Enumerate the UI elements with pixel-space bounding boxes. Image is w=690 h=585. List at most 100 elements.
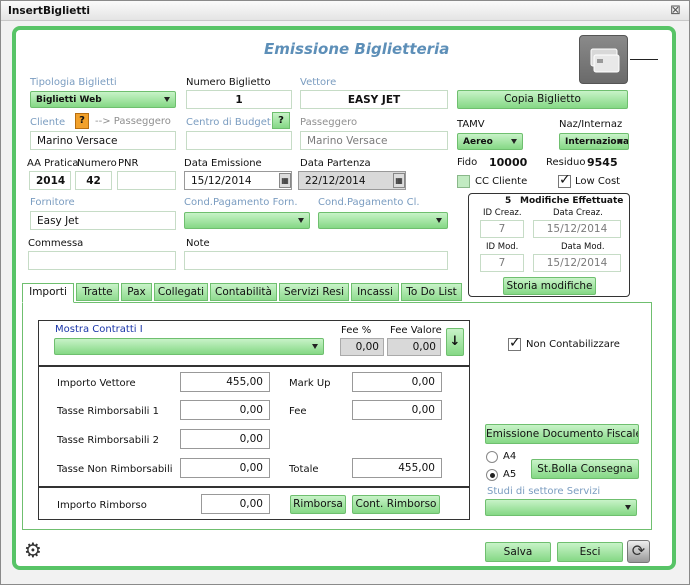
tab-incassi[interactable]: Incassi [351, 283, 399, 301]
a4-label: A4 [503, 451, 517, 462]
commessa-label: Commessa [28, 238, 84, 249]
tab-tratte[interactable]: Tratte [76, 283, 119, 301]
tamv-value: Aereo [463, 137, 493, 147]
numero-pratica-field[interactable]: 42 [75, 171, 112, 190]
close-icon[interactable]: ⊠ [670, 3, 681, 18]
naz-select[interactable]: Internazional [559, 133, 629, 150]
non-contabilizzare-checkbox[interactable] [508, 335, 521, 351]
tab-servizi-resi[interactable]: Servizi Resi [279, 283, 349, 301]
id-creaz-field: 7 [480, 220, 524, 238]
fornitore-field[interactable]: Easy Jet [30, 211, 176, 230]
id-creaz-label: ID Creaz. [483, 208, 522, 218]
tab-to-do-list[interactable]: To Do List [401, 283, 462, 301]
centro-help-button[interactable]: ? [272, 112, 290, 129]
importo-rimborso-field[interactable]: 0,00 [201, 494, 270, 514]
aa-pratica-field[interactable]: 2014 [29, 171, 71, 190]
totale-field[interactable]: 455,00 [352, 458, 442, 478]
data-emissione-label: Data Emissione [184, 158, 262, 169]
calendar-icon[interactable]: ▦ [393, 173, 405, 188]
storia-modifiche-button[interactable]: Storia modifiche [503, 277, 596, 295]
calendar-icon[interactable]: ▦ [279, 173, 291, 188]
chevron-down-icon [298, 218, 304, 223]
esci-button[interactable]: Esci [557, 542, 623, 562]
tasse-rimb-1-field[interactable]: 0,00 [180, 400, 270, 420]
centro-budget-field[interactable] [186, 131, 292, 150]
note-field[interactable] [184, 251, 448, 270]
passeggero-field[interactable]: Marino Versace [300, 131, 448, 150]
st-bolla-consegna-button[interactable]: St.Bolla Consegna [531, 459, 639, 479]
rimborsa-button[interactable]: Rimborsa [290, 495, 346, 514]
tasse-non-rimb-field[interactable]: 0,00 [180, 458, 270, 478]
cliente-field[interactable]: Marino Versace [30, 131, 176, 150]
window-title: InsertBiglietti [8, 5, 91, 17]
tipologia-label: Tipologia Biglietti [30, 77, 117, 88]
data-mod-label: Data Mod. [561, 242, 605, 252]
studi-settore-select[interactable] [485, 499, 637, 516]
mark-up-field[interactable]: 0,00 [352, 372, 442, 392]
totale-label: Totale [289, 464, 319, 475]
cc-cliente-checkbox[interactable] [457, 175, 470, 188]
fee-field[interactable]: 0,00 [352, 400, 442, 420]
tab-pax[interactable]: Pax [121, 283, 152, 301]
tasse-rimb-2-label: Tasse Rimborsabili 2 [57, 435, 159, 446]
pnr-field[interactable] [117, 171, 176, 190]
commessa-field[interactable] [28, 251, 176, 270]
aa-pratica-label: AA Pratica [27, 158, 79, 169]
residuo-value: 9545 [587, 156, 618, 169]
tasse-rimb-1-label: Tasse Rimborsabili 1 [57, 406, 159, 417]
divider-line [630, 59, 658, 60]
tab-contabilita[interactable]: Contabilità [210, 283, 277, 301]
tab-importi[interactable]: Importi [22, 283, 74, 303]
data-mod-field: 15/12/2014 [533, 254, 621, 272]
residuo-label: Residuo [546, 157, 586, 168]
fee-valore-field[interactable]: 0,00 [387, 338, 441, 356]
cliente-help-button[interactable]: ? [75, 113, 89, 129]
importo-vettore-label: Importo Vettore [57, 378, 136, 389]
tamv-label: TAMV [457, 119, 485, 130]
numero-biglietto-field[interactable]: 1 [186, 90, 292, 109]
salva-button[interactable]: Salva [485, 542, 551, 562]
vettore-field[interactable]: EASY JET [300, 90, 448, 109]
mark-up-label: Mark Up [289, 378, 331, 389]
a5-radio[interactable] [486, 469, 498, 481]
gear-icon[interactable]: ⚙ [22, 540, 44, 562]
refresh-icon[interactable]: ⟳ [627, 540, 650, 563]
emissione-documento-fiscale-button[interactable]: Emissione Documento Fiscale [485, 424, 639, 444]
chevron-down-icon [617, 139, 623, 144]
naz-label: Naz/Internaz [559, 119, 623, 130]
cond-pag-cl-select[interactable] [318, 212, 448, 229]
data-partenza-field[interactable]: 22/12/2014 [298, 171, 406, 190]
fee-pct-label: Fee % [341, 325, 372, 336]
fee-valore-label: Fee Valore [390, 325, 442, 336]
contratti-select[interactable] [54, 338, 324, 355]
low-cost-checkbox[interactable] [558, 172, 571, 188]
tasse-rimb-2-field[interactable]: 0,00 [180, 429, 270, 449]
a4-radio[interactable] [486, 451, 498, 463]
tipologia-select[interactable]: Biglietti Web [30, 91, 176, 108]
fido-label: Fido [457, 157, 478, 168]
note-label: Note [186, 238, 210, 249]
tamv-select[interactable]: Aereo [457, 133, 523, 150]
chevron-down-icon [625, 505, 631, 510]
cond-pag-forn-select[interactable] [184, 212, 310, 229]
data-partenza-label: Data Partenza [300, 158, 371, 169]
data-emissione-field[interactable]: 15/12/2014 [184, 171, 292, 190]
passeggero-link[interactable]: --> Passeggero [95, 116, 171, 127]
fee-pct-field[interactable]: 0,00 [340, 338, 384, 356]
cont-rimborso-button[interactable]: Cont. Rimborso [352, 495, 440, 514]
mostra-contratti-label[interactable]: Mostra Contratti I [55, 324, 143, 335]
copia-biglietto-button[interactable]: Copia Biglietto [457, 90, 628, 109]
a5-label: A5 [503, 469, 517, 480]
importo-rimborso-label: Importo Rimborso [57, 500, 147, 511]
cliente-label[interactable]: Cliente [30, 117, 65, 128]
chevron-down-icon [511, 139, 517, 144]
chevron-down-icon [312, 344, 318, 349]
tab-collegati[interactable]: Collegati [154, 283, 208, 301]
data-partenza-value: 22/12/2014 [305, 175, 366, 187]
importo-vettore-field[interactable]: 455,00 [180, 372, 270, 392]
modifiche-count: 5 [505, 196, 512, 206]
arrow-down-icon[interactable]: ↓ [446, 328, 464, 356]
studi-settore-label: Studi di settore Servizi [487, 486, 601, 497]
fornitore-label: Fornitore [30, 197, 75, 208]
credit-card-icon[interactable] [579, 35, 628, 84]
